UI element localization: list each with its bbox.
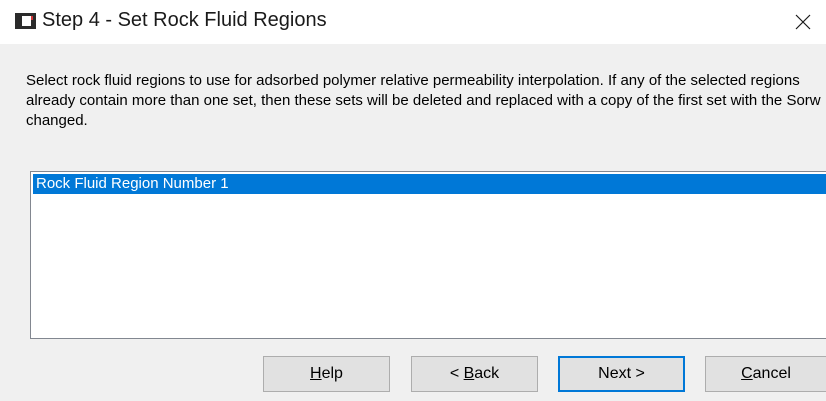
cancel-mnemonic: C: [741, 365, 753, 382]
cancel-button[interactable]: Cancel: [705, 356, 826, 392]
help-label-rest: elp: [321, 365, 343, 382]
title-bar: Step 4 - Set Rock Fluid Regions: [0, 0, 826, 44]
close-button[interactable]: [780, 0, 826, 44]
instructions-text: Select rock fluid regions to use for ads…: [26, 72, 821, 129]
back-label-prefix: <: [449, 365, 464, 382]
back-button[interactable]: < Back: [411, 356, 538, 392]
rock-fluid-region-list[interactable]: Rock Fluid Region Number 1: [30, 171, 826, 339]
help-button[interactable]: Help: [263, 356, 390, 392]
window-title: Step 4 - Set Rock Fluid Regions: [42, 9, 327, 31]
back-label-rest: ack: [474, 365, 500, 382]
back-mnemonic: B: [463, 365, 475, 382]
list-item[interactable]: Rock Fluid Region Number 1: [33, 174, 826, 194]
help-mnemonic: H: [310, 365, 322, 382]
next-button[interactable]: Next >: [558, 356, 685, 392]
close-icon: [795, 14, 811, 30]
cancel-label-rest: ancel: [752, 365, 791, 382]
app-window-icon: [15, 13, 36, 29]
